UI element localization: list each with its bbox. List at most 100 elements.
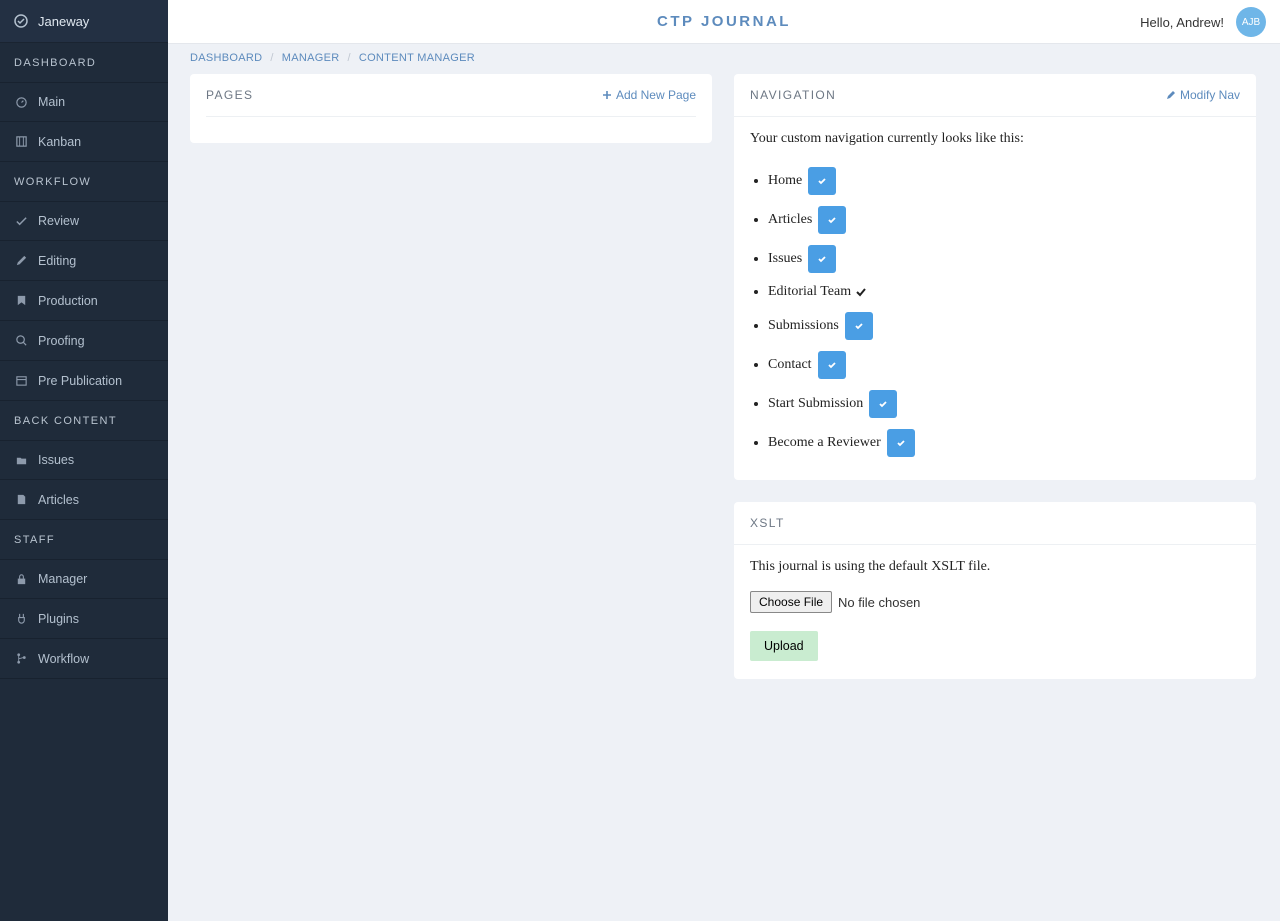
sidebar-item-editing[interactable]: Editing — [0, 241, 168, 281]
nav-item-label: Contact — [768, 358, 812, 372]
list-item: Issues — [768, 239, 1240, 278]
list-item: Contact — [768, 345, 1240, 384]
list-item: Start Submission — [768, 384, 1240, 423]
nav-item-check-button[interactable] — [869, 390, 897, 418]
topbar-right: Hello, Andrew! AJB — [1140, 0, 1266, 44]
sidebar-item-label: Issues — [38, 453, 74, 467]
nav-item-label: Editorial Team — [768, 285, 851, 299]
check-icon — [817, 176, 827, 186]
breadcrumb: DASHBOARD/MANAGER/CONTENT MANAGER — [190, 44, 1258, 74]
nav-item-check-button[interactable] — [818, 206, 846, 234]
pencil-icon — [1166, 90, 1176, 100]
sidebar-heading: DASHBOARD — [0, 43, 168, 82]
check-icon — [896, 438, 906, 448]
breadcrumb-separator: / — [270, 52, 273, 64]
sidebar-item-label: Workflow — [38, 652, 89, 666]
breadcrumb-link[interactable]: CONTENT MANAGER — [359, 52, 475, 64]
janeway-logo-icon — [14, 14, 28, 28]
file-icon — [14, 493, 28, 506]
check-icon — [854, 321, 864, 331]
sidebar-heading: STAFF — [0, 520, 168, 559]
plug-icon — [14, 612, 28, 625]
pages-panel-title: PAGES — [206, 88, 253, 102]
list-item: Submissions — [768, 306, 1240, 345]
modify-nav-button[interactable]: Modify Nav — [1166, 88, 1240, 102]
journal-title[interactable]: CTP JOURNAL — [657, 13, 791, 30]
check-icon — [817, 254, 827, 264]
plus-icon — [602, 90, 612, 100]
bookmark-icon — [14, 294, 28, 307]
nav-item-check-button[interactable] — [808, 167, 836, 195]
sidebar-item-label: Manager — [38, 572, 87, 586]
modify-nav-label: Modify Nav — [1180, 88, 1240, 102]
user-greeting: Hello, Andrew! — [1140, 15, 1224, 30]
sidebar-item-kanban[interactable]: Kanban — [0, 122, 168, 162]
no-file-label: No file chosen — [838, 595, 920, 610]
check-icon — [878, 399, 888, 409]
nav-item-check-button[interactable] — [818, 351, 846, 379]
nav-item-check-button[interactable] — [808, 245, 836, 273]
nav-item-label: Become a Reviewer — [768, 436, 881, 450]
navigation-panel: NAVIGATION Modify Nav Your custom naviga… — [734, 74, 1256, 480]
breadcrumb-link[interactable]: DASHBOARD — [190, 52, 262, 64]
sidebar-item-label: Review — [38, 214, 79, 228]
branch-icon — [14, 652, 28, 665]
sidebar-item-label: Articles — [38, 493, 79, 507]
lock-icon — [14, 573, 28, 586]
upload-button[interactable]: Upload — [750, 631, 818, 661]
nav-item-label: Home — [768, 174, 802, 188]
sidebar-item-label: Main — [38, 95, 65, 109]
calendar-icon — [14, 374, 28, 387]
pages-panel: PAGES Add New Page — [190, 74, 712, 143]
dashboard-icon — [14, 96, 28, 109]
xslt-status-text: This journal is using the default XSLT f… — [750, 559, 1240, 575]
choose-file-button[interactable]: Choose File — [750, 591, 832, 613]
sidebar: Janeway DASHBOARD Main Kanban WORKFLOW Revie… — [0, 0, 168, 921]
sidebar-item-label: Plugins — [38, 612, 79, 626]
nav-item-label: Start Submission — [768, 397, 863, 411]
list-item: Home — [768, 161, 1240, 200]
nav-item-label: Articles — [768, 213, 812, 227]
list-item: Articles — [768, 200, 1240, 239]
check-icon — [827, 360, 837, 370]
nav-item-check-button[interactable] — [845, 312, 873, 340]
sidebar-item-label: Pre Publication — [38, 374, 122, 388]
sidebar-item-review[interactable]: Review — [0, 201, 168, 241]
nav-items-list: Home Articles Issues Editorial Team Submissi… — [750, 161, 1240, 462]
sidebar-item-label: Editing — [38, 254, 76, 268]
sidebar-item-main[interactable]: Main — [0, 82, 168, 122]
avatar[interactable]: AJB — [1236, 7, 1266, 37]
sidebar-item-label: Production — [38, 294, 98, 308]
sidebar-item-manager[interactable]: Manager — [0, 559, 168, 599]
nav-item-check-button[interactable] — [887, 429, 915, 457]
sidebar-item-pre-publication[interactable]: Pre Publication — [0, 361, 168, 401]
search-icon — [14, 334, 28, 347]
xslt-panel-title: XSLT — [750, 516, 785, 530]
nav-intro-text: Your custom navigation currently looks l… — [750, 131, 1240, 147]
breadcrumb-link[interactable]: MANAGER — [282, 52, 340, 64]
sidebar-item-workflow[interactable]: Workflow — [0, 639, 168, 679]
check-icon — [827, 215, 837, 225]
sidebar-item-proofing[interactable]: Proofing — [0, 321, 168, 361]
sidebar-item-issues[interactable]: Issues — [0, 440, 168, 480]
sidebar-item-plugins[interactable]: Plugins — [0, 599, 168, 639]
add-new-page-label: Add New Page — [616, 88, 696, 102]
list-item: Editorial Team — [768, 278, 1240, 306]
sidebar-heading: WORKFLOW — [0, 162, 168, 201]
sidebar-item-production[interactable]: Production — [0, 281, 168, 321]
nav-item-label: Issues — [768, 252, 802, 266]
brand-label: Janeway — [38, 14, 89, 29]
navigation-panel-title: NAVIGATION — [750, 88, 836, 102]
sidebar-item-articles[interactable]: Articles — [0, 480, 168, 520]
sidebar-brand[interactable]: Janeway — [0, 0, 168, 43]
main: DASHBOARD/MANAGER/CONTENT MANAGER PAGES … — [168, 44, 1280, 921]
pencil-icon — [14, 254, 28, 267]
xslt-panel: XSLT This journal is using the default X… — [734, 502, 1256, 679]
add-new-page-button[interactable]: Add New Page — [602, 88, 696, 102]
sidebar-item-label: Kanban — [38, 135, 81, 149]
folder-icon — [14, 454, 28, 467]
kanban-icon — [14, 135, 28, 148]
list-item: Become a Reviewer — [768, 423, 1240, 462]
sidebar-item-label: Proofing — [38, 334, 85, 348]
check-icon — [14, 215, 28, 228]
